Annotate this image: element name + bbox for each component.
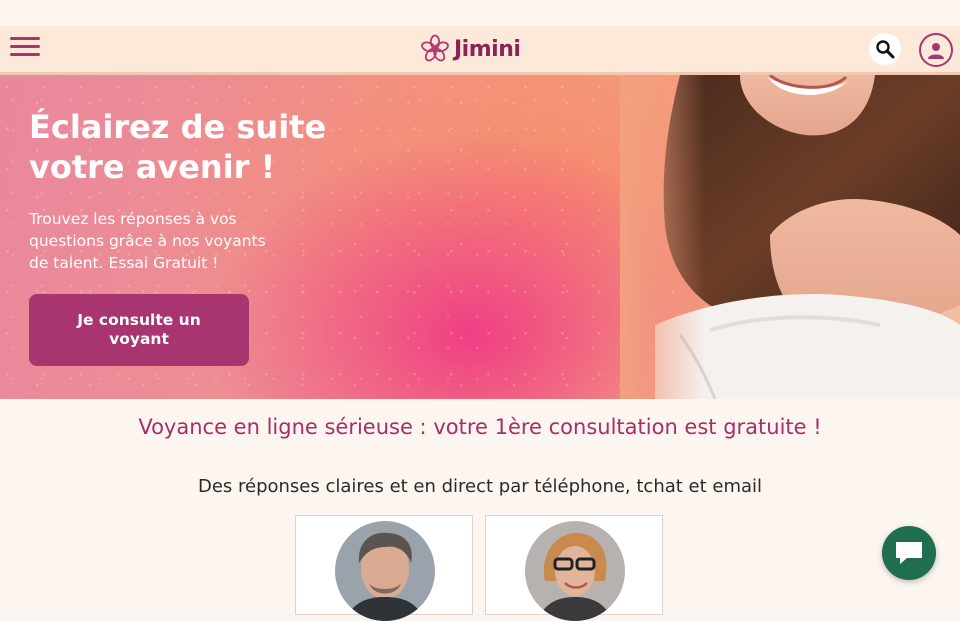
browser-top-strip <box>0 0 960 26</box>
expert-card[interactable] <box>295 515 473 621</box>
hero-title-line2: votre avenir ! <box>29 148 276 186</box>
hero-banner: Éclairez de suite votre avenir ! Trouvez… <box>0 75 960 399</box>
flower-logo-icon <box>421 34 449 62</box>
logo-wordmark: Jimini <box>454 36 521 62</box>
expert-card[interactable] <box>485 515 663 621</box>
hero-title: Éclairez de suite votre avenir ! <box>29 107 329 187</box>
expert-avatar <box>335 521 435 621</box>
hero-woman-photo <box>620 75 960 399</box>
hamburger-menu-icon[interactable] <box>10 37 40 59</box>
site-logo[interactable]: Jimini <box>420 32 521 66</box>
section-headline: Voyance en ligne sérieuse : votre 1ère c… <box>138 415 822 439</box>
site-header: Jimini <box>0 26 960 75</box>
expert-avatar <box>525 521 625 621</box>
expert-photo-woman <box>525 521 625 621</box>
account-button[interactable] <box>919 33 953 67</box>
expert-photo-man <box>335 521 435 621</box>
consult-voyant-button[interactable]: Je consulte un voyant <box>29 294 249 366</box>
section-subline: Des réponses claires et en direct par té… <box>197 476 763 497</box>
user-account-icon <box>928 43 944 59</box>
search-icon <box>876 40 895 59</box>
chat-launcher-button[interactable] <box>882 526 936 580</box>
chat-bubble-icon <box>896 542 922 564</box>
search-button[interactable] <box>869 33 901 65</box>
hero-subtitle: Trouvez les réponses à vos questions grâ… <box>29 210 266 272</box>
hero-title-line1: Éclairez de suite <box>29 108 327 146</box>
